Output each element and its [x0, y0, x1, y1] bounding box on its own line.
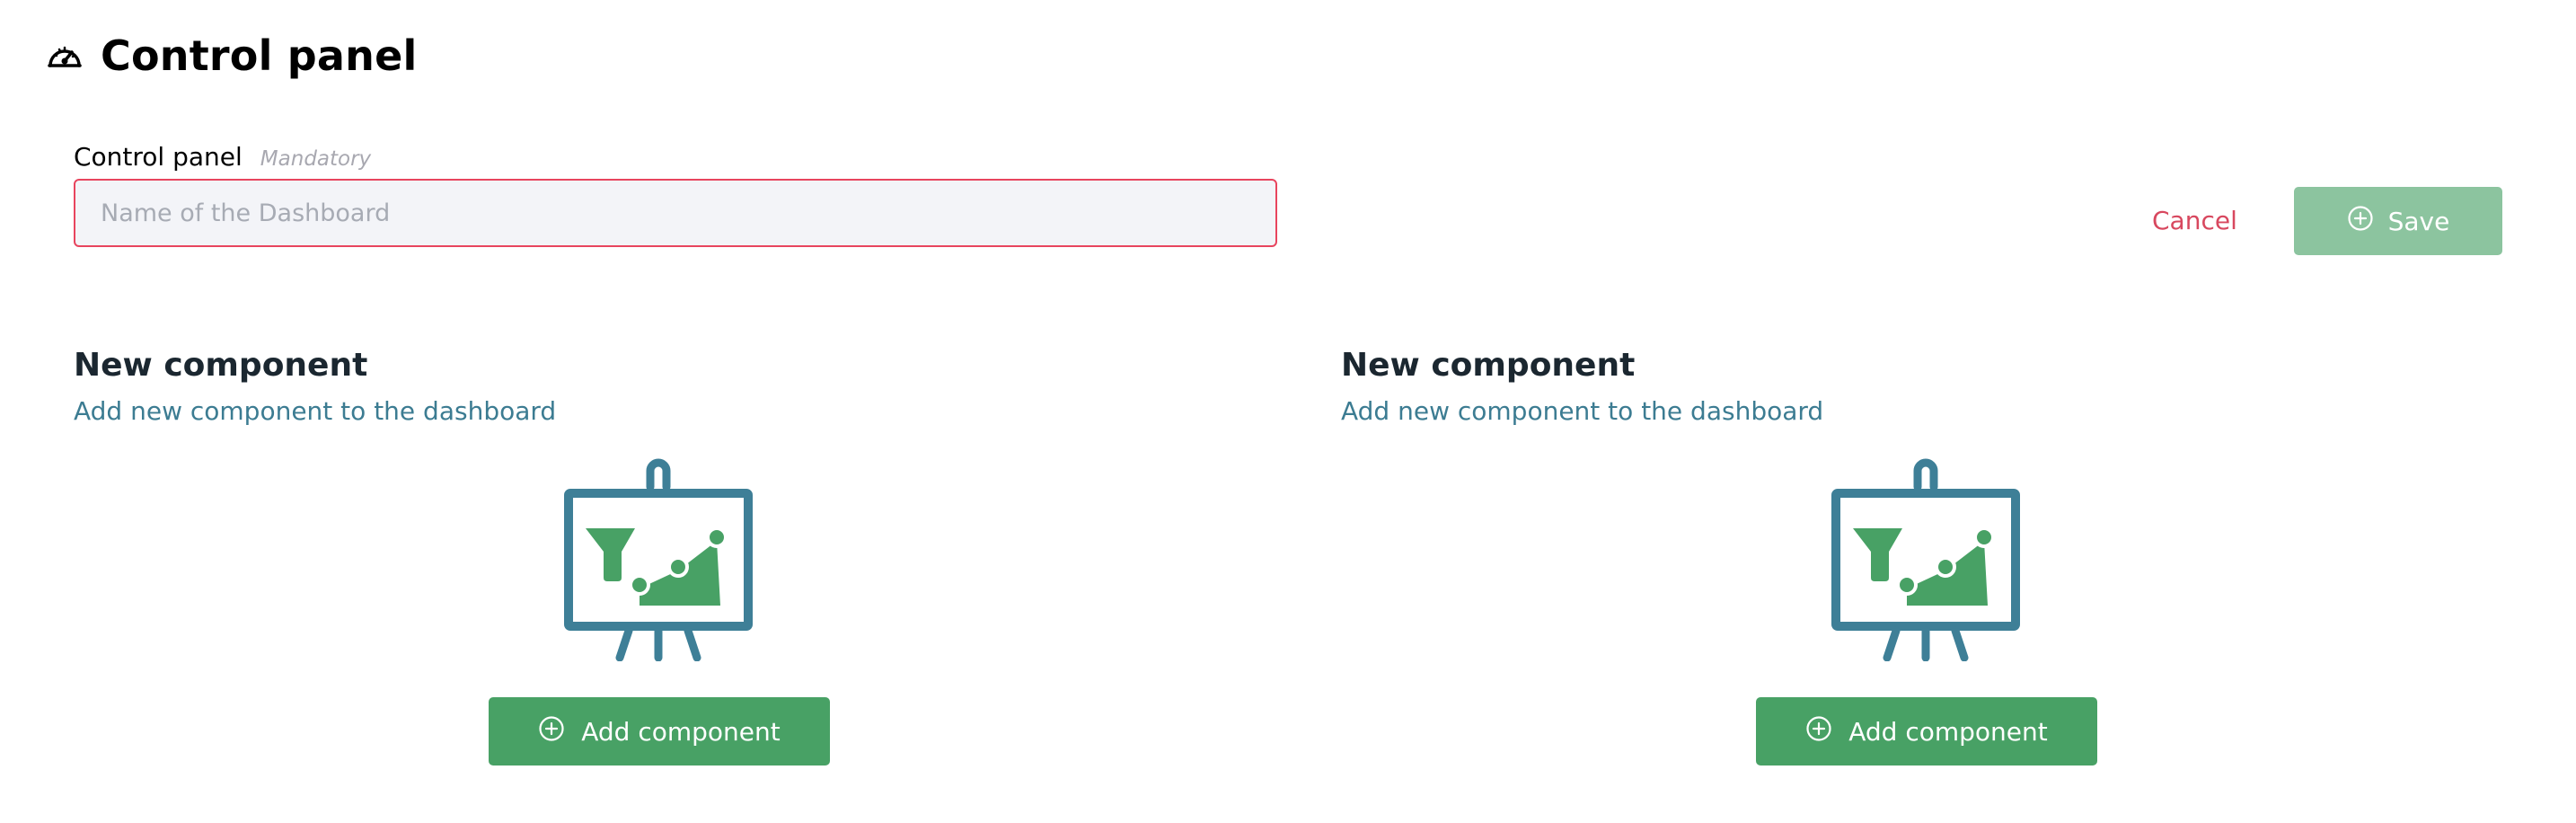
page-header: Control panel	[47, 31, 417, 81]
page-title: Control panel	[101, 31, 418, 80]
plus-circle-icon	[538, 715, 565, 748]
component-subtitle: Add new component to the dashboard	[1341, 396, 1824, 426]
component-subtitle: Add new component to the dashboard	[74, 396, 557, 426]
add-component-button[interactable]: Add component	[489, 697, 830, 765]
add-component-label: Add component	[581, 716, 781, 747]
component-title: New component	[1341, 347, 1636, 384]
presentation-chart-icon	[1831, 458, 2020, 662]
plus-circle-icon	[2347, 205, 2374, 238]
component-title: New component	[74, 347, 368, 384]
dashboard-name-label: Control panel	[74, 142, 243, 172]
cancel-button[interactable]: Cancel	[2152, 203, 2237, 239]
dashboard-name-input[interactable]	[74, 179, 1277, 247]
plus-circle-icon	[1805, 715, 1832, 748]
save-button-label: Save	[2387, 206, 2450, 236]
dashboard-gauge-icon	[47, 40, 83, 71]
mandatory-hint: Mandatory	[260, 147, 372, 171]
save-button[interactable]: Save	[2294, 187, 2502, 255]
presentation-chart-icon	[564, 458, 753, 662]
dashboard-name-label-row: Control panel Mandatory	[74, 142, 371, 172]
add-component-button[interactable]: Add component	[1756, 697, 2097, 765]
new-component-card: New component Add new component to the d…	[1341, 345, 2545, 776]
add-component-label: Add component	[1848, 716, 2048, 747]
new-component-card: New component Add new component to the d…	[74, 345, 1277, 776]
